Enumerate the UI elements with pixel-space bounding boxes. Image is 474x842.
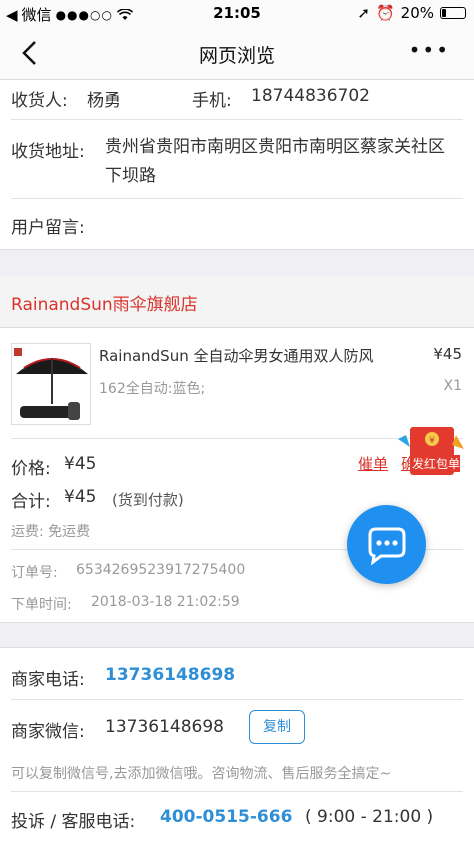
complaint-hours: ( 9:00 - 21:00 ) xyxy=(305,807,434,827)
page-title: 网页浏览 xyxy=(198,45,275,67)
product-price: ¥45 xyxy=(433,345,462,363)
battery-icon xyxy=(440,7,466,19)
battery-fill xyxy=(442,9,446,17)
battery-percent: 20% xyxy=(400,4,434,22)
copy-button[interactable]: 复制 xyxy=(249,710,305,744)
merchant-wechat-value: 13736148698 xyxy=(105,717,224,737)
section-gap xyxy=(0,622,474,648)
more-icon[interactable]: ••• xyxy=(409,38,450,62)
divider xyxy=(11,791,463,792)
shop-header[interactable]: RainandSun雨伞旗舰店 xyxy=(0,276,474,328)
red-packet-graphic: ¥ xyxy=(398,427,464,475)
price-value: ¥45 xyxy=(64,454,97,474)
price-label: 价格: xyxy=(11,459,51,479)
chat-bubble-icon xyxy=(368,527,406,566)
status-bar: ◀ 微信 ●●●○○ 21:05 ➚ ⏰ 20% xyxy=(0,0,474,26)
divider xyxy=(11,119,463,120)
address-label: 收货地址: xyxy=(11,142,85,162)
phone-value: 18744836702 xyxy=(251,86,370,106)
complaint-phone-link[interactable]: 400-0515-666 xyxy=(160,807,292,827)
svg-text:¥: ¥ xyxy=(429,436,435,446)
shop-name[interactable]: RainandSun雨伞旗舰店 xyxy=(11,290,198,315)
recipient-label: 收货人: xyxy=(11,91,68,111)
address-value: 贵州省贵阳市南明区贵阳市南明区蔡家关社区下坝路 xyxy=(105,137,445,186)
urge-order-button[interactable]: 催单 xyxy=(358,453,388,474)
umbrella-image xyxy=(14,348,88,420)
total-value: ¥45 xyxy=(64,487,97,507)
complaint-label: 投诉 / 客服电话: xyxy=(11,812,136,832)
red-packet-text: 发红包单 xyxy=(412,455,461,472)
order-time-label: 下单时间: xyxy=(11,597,72,613)
order-time-value: 2018-03-18 21:02:59 xyxy=(91,594,240,610)
product-title[interactable]: RainandSun 全自动伞男女通用双人防风 xyxy=(99,345,373,366)
product-qty: X1 xyxy=(443,378,463,394)
total-label: 合计: xyxy=(11,492,51,512)
red-packet-icon[interactable]: ¥ 发红包单 xyxy=(396,425,466,481)
recipient-name: 杨勇 xyxy=(87,91,121,111)
merchant-wechat-label: 商家微信: xyxy=(11,722,85,742)
divider xyxy=(11,198,463,199)
shipping-text: 运费: 免运费 xyxy=(11,524,91,540)
alarm-icon: ⏰ xyxy=(375,4,395,22)
payment-note: (货到付款) xyxy=(112,491,184,509)
message-label: 用户留言: xyxy=(11,218,85,238)
phone-label: 手机: xyxy=(192,91,232,111)
merchant-phone-label: 商家电话: xyxy=(11,670,85,690)
chat-button[interactable] xyxy=(347,505,426,584)
merchant-phone-link[interactable]: 13736148698 xyxy=(105,665,235,685)
section-gap xyxy=(0,249,474,277)
divider xyxy=(11,699,463,700)
product-image[interactable] xyxy=(11,343,91,425)
wechat-hint: 可以复制微信号,去添加微信哦。咨询物流、售后服务全搞定~ xyxy=(11,766,392,782)
status-right: ➚ ⏰ 20% xyxy=(357,4,466,22)
nav-bar: 网页浏览 ••• xyxy=(0,26,474,80)
location-icon: ➚ xyxy=(357,4,370,22)
order-no-value: 6534269523917275400 xyxy=(76,562,246,578)
order-no-label: 订单号: xyxy=(11,565,58,581)
product-spec: 162全自动:蓝色; xyxy=(99,381,206,397)
